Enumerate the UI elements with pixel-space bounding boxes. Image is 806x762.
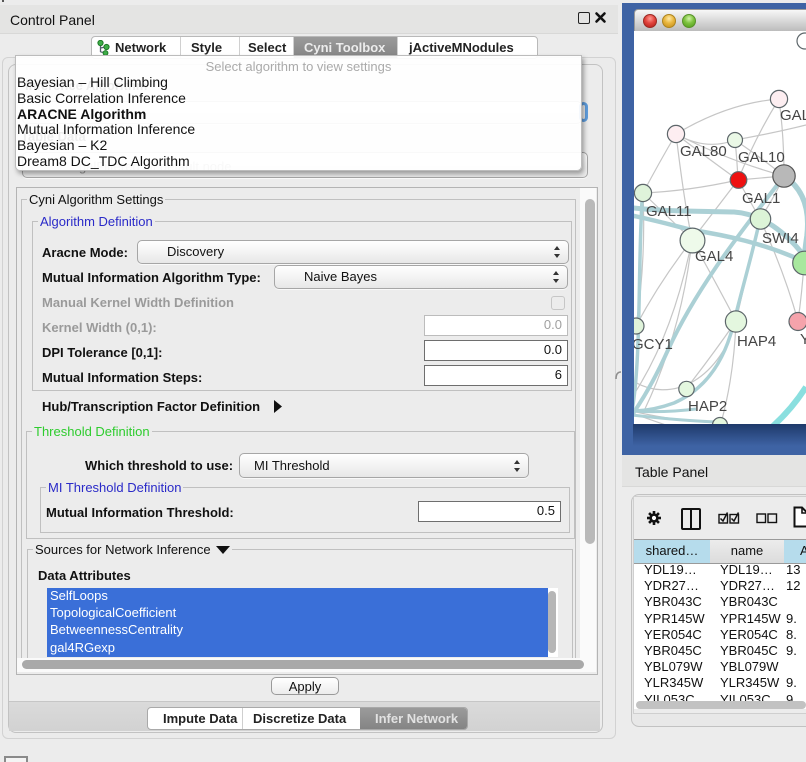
svg-text:Y: Y bbox=[800, 331, 806, 348]
svg-text:GAL2: GAL2 bbox=[780, 107, 806, 124]
svg-text:SWI4: SWI4 bbox=[762, 230, 799, 247]
svg-text:GAL1: GAL1 bbox=[742, 190, 780, 207]
svg-text:GAL4: GAL4 bbox=[695, 248, 733, 265]
svg-text:GAL10: GAL10 bbox=[738, 149, 785, 166]
svg-text:GAL11: GAL11 bbox=[646, 203, 692, 220]
svg-text:HAP2: HAP2 bbox=[688, 398, 727, 415]
svg-text:GAL80: GAL80 bbox=[680, 143, 727, 160]
svg-text:HAP4: HAP4 bbox=[737, 333, 776, 350]
svg-text:GCY1: GCY1 bbox=[634, 336, 673, 353]
